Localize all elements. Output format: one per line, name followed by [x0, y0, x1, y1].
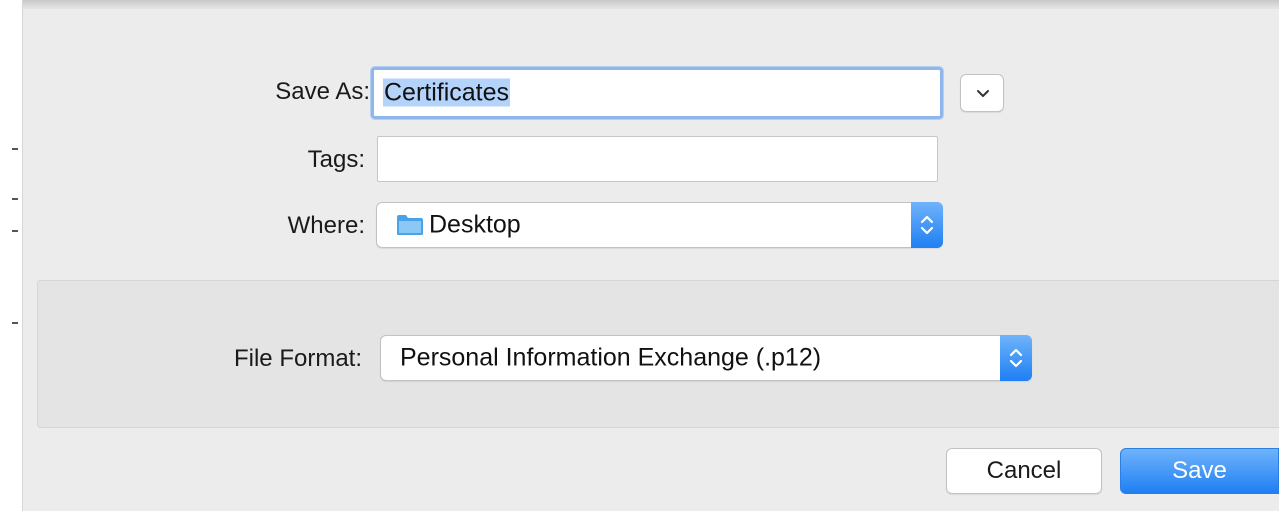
save-as-field[interactable]: Certificates: [371, 67, 943, 119]
file-format-popup[interactable]: Personal Information Exchange (.p12): [380, 335, 1032, 381]
expand-dialog-button[interactable]: [960, 74, 1004, 112]
where-label: Where:: [287, 212, 365, 239]
edge-mark: [12, 198, 18, 200]
sheet-top-shadow: [23, 0, 1279, 9]
chevron-down-icon: [977, 90, 989, 97]
file-format-value: Personal Information Exchange (.p12): [400, 343, 822, 372]
edge-mark: [12, 322, 18, 324]
file-format-popup-arrows[interactable]: [1000, 335, 1032, 381]
edge-mark: [12, 230, 18, 232]
save-button[interactable]: Save: [1120, 448, 1279, 494]
background-window-edge: [0, 0, 23, 511]
folder-icon: [397, 215, 423, 235]
tags-label: Tags:: [307, 146, 365, 173]
save-as-value: Certificates: [383, 78, 511, 107]
file-format-label: File Format:: [233, 345, 362, 372]
where-value: Desktop: [429, 210, 521, 239]
where-popup[interactable]: Desktop: [376, 202, 943, 248]
up-down-arrows-icon: [1009, 348, 1023, 368]
tags-field[interactable]: [377, 136, 938, 182]
save-as-label: Save As:: [275, 78, 370, 105]
edge-mark: [12, 148, 18, 150]
up-down-arrows-icon: [920, 215, 934, 235]
where-popup-arrows[interactable]: [911, 202, 943, 248]
cancel-button[interactable]: Cancel: [946, 448, 1102, 494]
